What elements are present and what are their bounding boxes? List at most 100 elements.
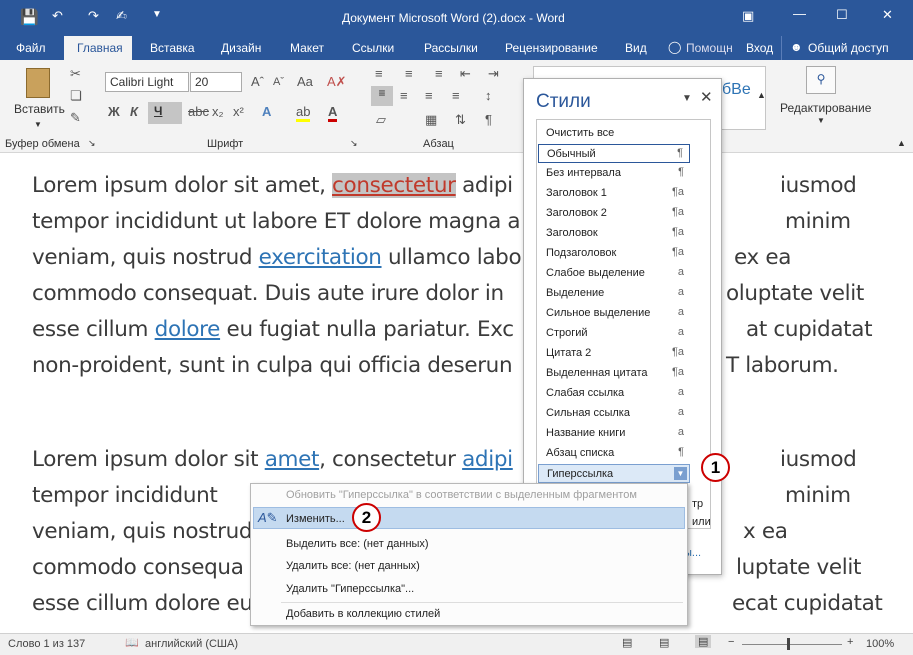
style-item[interactable]: Подзаголовок ¶a <box>538 244 690 263</box>
menu-add-to-gallery[interactable]: Добавить в коллекцию стилей <box>286 608 440 620</box>
close-window-icon[interactable]: ✕ <box>882 7 893 23</box>
style-item[interactable]: Строгий a <box>538 324 690 343</box>
format-painter-icon[interactable]: ✎ <box>70 110 81 126</box>
hyperlink[interactable]: amet <box>265 447 320 472</box>
tab-mailings[interactable]: Рассылки <box>424 41 478 55</box>
selected-word[interactable]: consectetur <box>332 173 456 198</box>
hyperlink[interactable]: adipi <box>462 447 513 472</box>
paste-button[interactable]: Вставить ▼ <box>14 66 65 130</box>
align-right-icon[interactable]: ≡ <box>425 88 433 103</box>
sort-icon[interactable]: ⇅ <box>455 112 466 128</box>
menu-delete-style[interactable]: Удалить "Гиперссылка"... <box>286 583 414 595</box>
align-left-button[interactable]: ≡ <box>371 86 393 106</box>
borders-icon[interactable]: ▦ <box>425 112 437 128</box>
tab-design[interactable]: Дизайн <box>221 41 261 55</box>
menu-modify[interactable]: Изменить... <box>286 513 345 525</box>
read-mode-icon[interactable]: ▤ <box>622 636 632 649</box>
shrink-font-icon[interactable]: Aˇ <box>273 76 284 88</box>
subscript-icon[interactable]: x₂ <box>212 104 224 119</box>
superscript-icon[interactable]: x² <box>233 104 244 119</box>
language-status[interactable]: английский (США) <box>145 638 238 650</box>
customize-qat-icon[interactable]: ▼ <box>152 9 162 20</box>
copy-icon[interactable]: ❏ <box>70 88 82 104</box>
tab-view[interactable]: Вид <box>625 41 647 55</box>
minimize-icon[interactable]: — <box>793 6 806 21</box>
font-size-select[interactable]: 20 <box>190 72 242 92</box>
change-case-icon[interactable]: Aa <box>297 74 313 89</box>
save-icon[interactable]: 💾 <box>20 8 39 26</box>
bold-icon[interactable]: Ж <box>108 104 120 119</box>
undo-icon[interactable]: ↶ <box>52 8 63 24</box>
style-item[interactable]: Выделенная цитата ¶a <box>538 364 690 383</box>
tab-file[interactable]: Файл <box>16 41 46 55</box>
italic-icon[interactable]: К <box>130 104 138 119</box>
clear-format-icon[interactable]: A✗ <box>327 74 347 90</box>
shading-icon[interactable]: ▱ <box>376 112 386 128</box>
tab-home[interactable]: Главная <box>64 36 132 60</box>
pane-options-icon[interactable]: ▼ <box>682 93 692 104</box>
tab-insert[interactable]: Вставка <box>150 41 195 55</box>
clear-all-item[interactable]: Очистить все <box>538 124 690 143</box>
align-center-icon[interactable]: ≡ <box>400 88 408 103</box>
ribbon-collapse-icon[interactable]: ▲ <box>897 138 906 148</box>
styles-gallery-scroll-icon[interactable]: ▲ <box>757 90 766 100</box>
zoom-out-icon[interactable]: − <box>728 636 734 648</box>
font-color-icon[interactable]: A <box>328 104 338 122</box>
tab-review[interactable]: Рецензирование <box>505 41 598 55</box>
style-item[interactable]: Без интервала ¶ <box>538 164 690 183</box>
menu-select-all[interactable]: Выделить все: (нет данных) <box>286 538 429 550</box>
cut-icon[interactable]: ✂ <box>70 66 81 82</box>
web-layout-icon[interactable]: ▤ <box>695 635 712 648</box>
text-effects-icon[interactable]: A <box>262 104 271 119</box>
style-item[interactable]: Сильная ссылка a <box>538 404 690 423</box>
style-dropdown-icon[interactable]: ▼ <box>674 467 687 480</box>
tab-references[interactable]: Ссылки <box>352 41 394 55</box>
font-launcher-icon[interactable]: ↘ <box>350 138 358 149</box>
underline-button[interactable]: Ч <box>148 102 182 124</box>
redo-icon[interactable]: ↷ <box>88 8 99 24</box>
zoom-in-icon[interactable]: + <box>847 636 853 648</box>
style-item[interactable]: Сильное выделение a <box>538 304 690 323</box>
editing-dropdown-icon[interactable]: ▼ <box>817 116 825 125</box>
style-item[interactable]: Обычный ¶ <box>538 144 690 163</box>
find-button[interactable]: ⚲ <box>806 66 836 94</box>
zoom-thumb[interactable] <box>787 638 790 650</box>
style-item[interactable]: Цитата 2 ¶a <box>538 344 690 363</box>
share-button[interactable]: ☻ Общий доступ <box>781 36 893 60</box>
style-item[interactable]: Выделение a <box>538 284 690 303</box>
strikethrough-icon[interactable]: abc <box>188 104 209 119</box>
numbering-icon[interactable]: ≡ <box>405 66 413 81</box>
signin-link[interactable]: Вход <box>746 41 773 55</box>
ribbon-options-icon[interactable]: ▣ <box>742 8 754 24</box>
style-item[interactable]: Слабая ссылка a <box>538 384 690 403</box>
format-painter-qat-icon[interactable]: ✍ <box>116 8 127 24</box>
hyperlink[interactable]: dolore <box>155 317 221 342</box>
show-marks-icon[interactable]: ¶ <box>485 112 492 127</box>
maximize-icon[interactable]: ☐ <box>836 7 848 23</box>
zoom-slider[interactable] <box>742 644 842 645</box>
style-item[interactable]: Заголовок 2 ¶a <box>538 204 690 223</box>
style-item[interactable]: Абзац списка ¶ <box>538 444 690 463</box>
line-spacing-icon[interactable]: ↕ <box>485 88 492 103</box>
menu-delete-all[interactable]: Удалить все: (нет данных) <box>286 560 420 572</box>
clipboard-launcher-icon[interactable]: ↘ <box>88 138 96 149</box>
highlight-icon[interactable]: ab <box>296 104 311 122</box>
paste-dropdown-icon[interactable]: ▼ <box>34 120 42 129</box>
print-layout-icon[interactable]: ▤ <box>659 636 669 649</box>
tab-layout[interactable]: Макет <box>290 41 324 55</box>
decrease-indent-icon[interactable]: ⇤ <box>460 66 471 82</box>
multilevel-icon[interactable]: ≡ <box>435 66 443 81</box>
justify-icon[interactable]: ≡ <box>452 88 460 103</box>
style-item[interactable]: Слабое выделение a <box>538 264 690 283</box>
tell-me-box[interactable]: Помощн <box>686 41 733 55</box>
editing-label[interactable]: Редактирование <box>780 101 871 115</box>
zoom-level[interactable]: 100% <box>866 638 894 650</box>
word-count[interactable]: Слово 1 из 137 <box>8 638 85 650</box>
grow-font-icon[interactable]: Aˆ <box>251 74 264 89</box>
hyperlink[interactable]: exercitation <box>259 245 382 270</box>
proofing-icon[interactable]: 📖 <box>125 636 139 649</box>
style-item[interactable]: Название книги a <box>538 424 690 443</box>
pane-close-icon[interactable]: ✕ <box>700 88 713 106</box>
style-item[interactable]: Гиперссылка ▼ <box>538 464 690 483</box>
bullets-icon[interactable]: ≡ <box>375 66 383 81</box>
